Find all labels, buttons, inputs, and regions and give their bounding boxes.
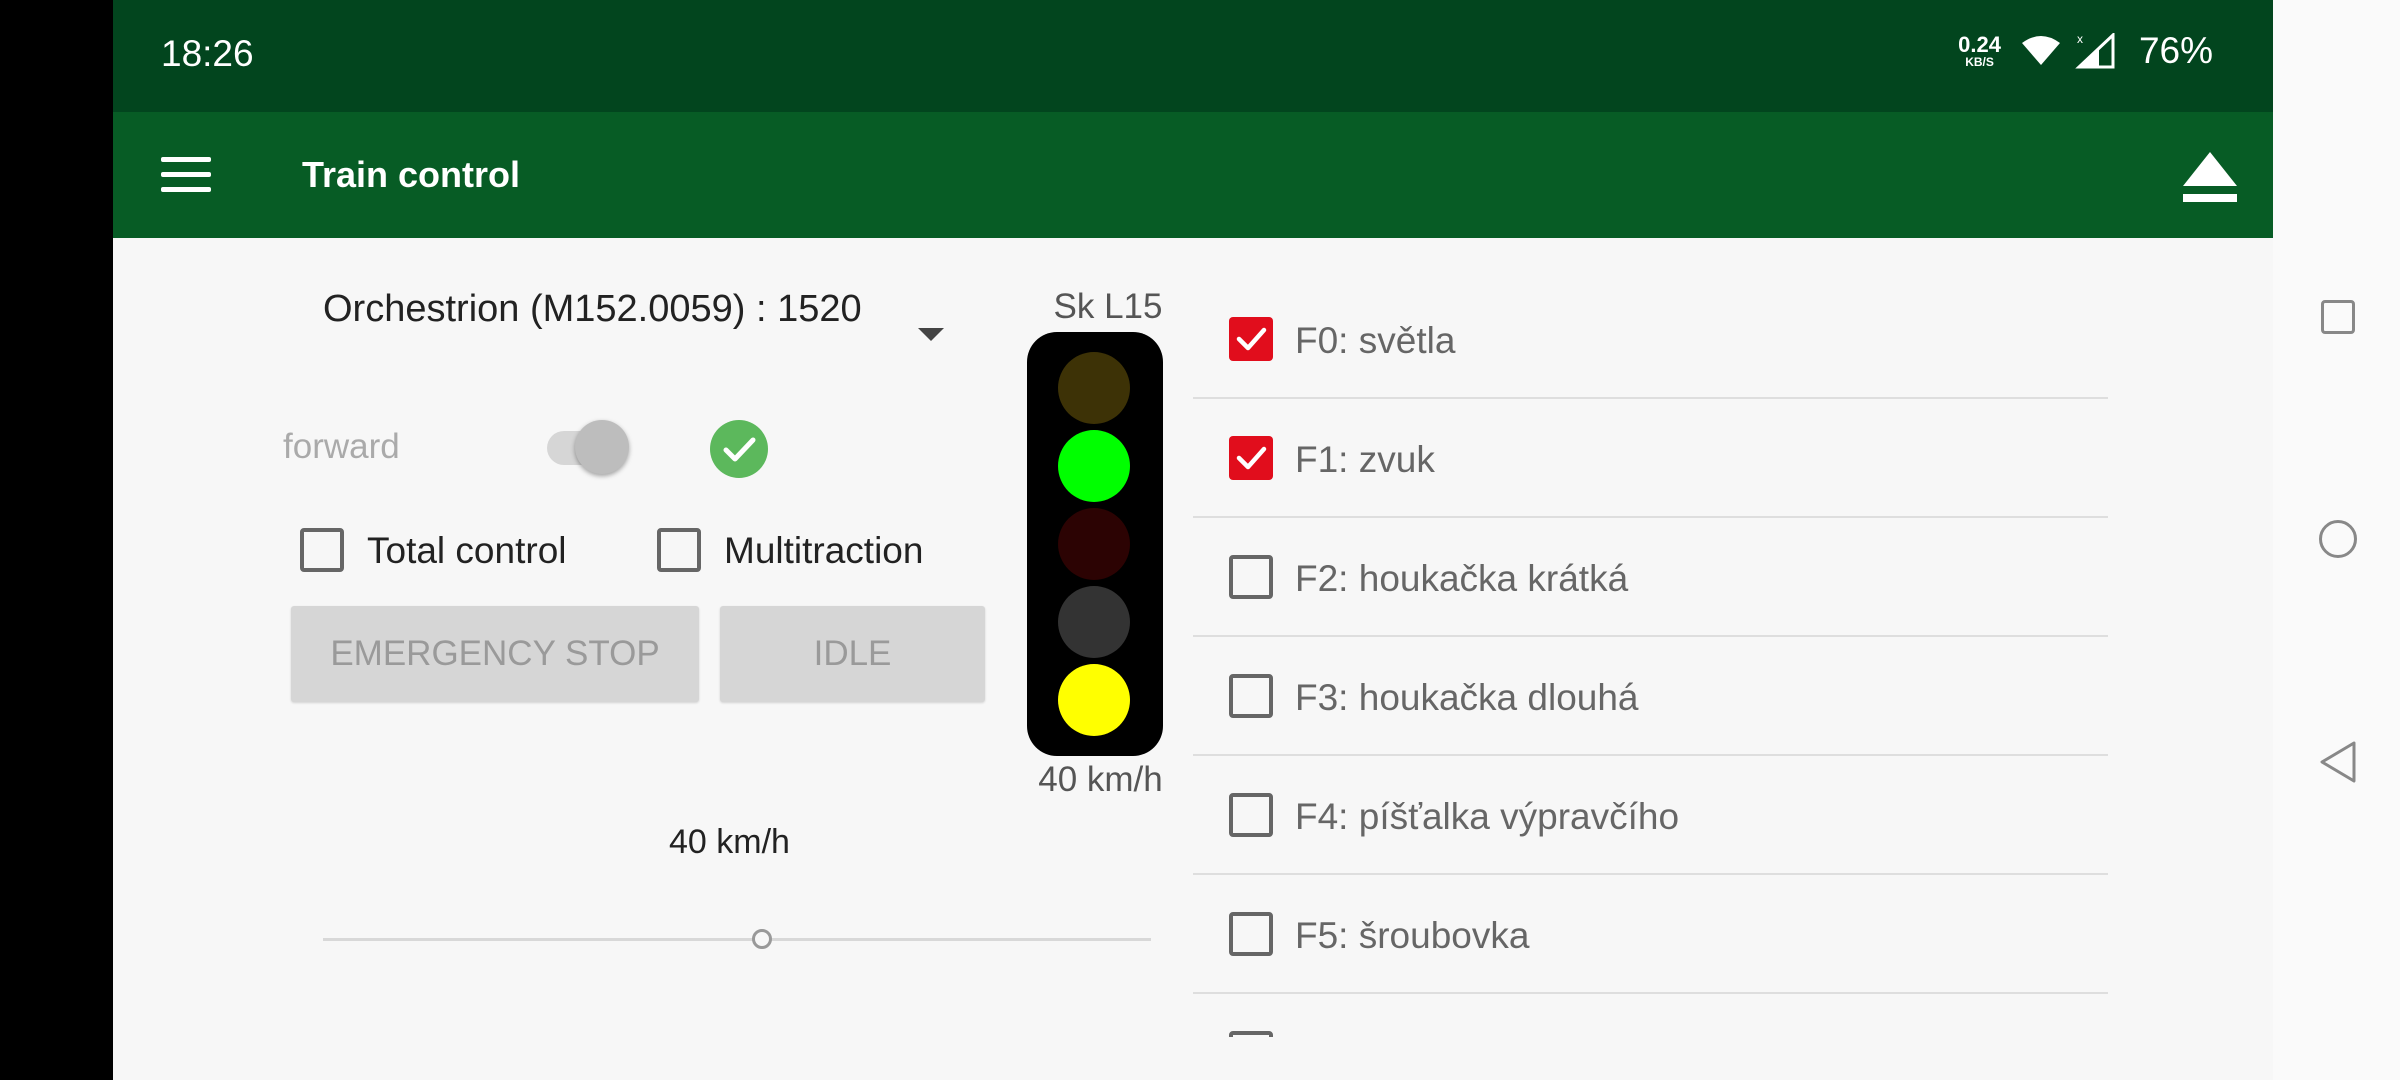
net-speed-unit: KB/S: [1965, 55, 1994, 69]
display-cutout: [0, 0, 113, 1080]
signal-lamp-3: [1058, 508, 1130, 580]
status-indicators: 0.24 KB/S x 76%: [1958, 30, 2213, 72]
eject-icon[interactable]: [2180, 150, 2240, 206]
total-control-label: Total control: [367, 530, 567, 571]
function-row[interactable]: [1193, 994, 2108, 1037]
speed-value: 40 km/h: [669, 823, 790, 861]
function-list[interactable]: F0: světla F1: zvuk F2: houkačka krátká …: [1193, 280, 2108, 1037]
dropdown-arrow-icon[interactable]: [918, 328, 944, 341]
emergency-stop-button[interactable]: EMERGENCY STOP: [291, 606, 699, 702]
multitraction-label: Multitraction: [724, 530, 924, 571]
function-label: F3: houkačka dlouhá: [1295, 677, 1639, 718]
function-row[interactable]: F1: zvuk: [1193, 399, 2108, 518]
locomotive-dropdown[interactable]: Orchestrion (M152.0059) : 1520: [323, 285, 883, 334]
idle-button[interactable]: IDLE: [720, 606, 985, 702]
home-icon[interactable]: [2319, 520, 2357, 558]
svg-text:x: x: [2077, 33, 2083, 46]
back-icon[interactable]: [2318, 740, 2358, 784]
app-title: Train control: [302, 154, 521, 195]
function-row[interactable]: F2: houkačka krátká: [1193, 518, 2108, 637]
function-checkbox-f1[interactable]: [1229, 436, 1273, 480]
speed-slider-thumb[interactable]: [751, 929, 772, 949]
signal-lamp-1: [1058, 352, 1130, 424]
signal-lamp-2: [1058, 430, 1130, 502]
status-bar: 18:26 0.24 KB/S x 76%: [113, 0, 2273, 112]
recents-icon[interactable]: [2321, 300, 2355, 334]
function-checkbox-f2[interactable]: [1229, 555, 1273, 599]
function-row[interactable]: F3: houkačka dlouhá: [1193, 637, 2108, 756]
function-label: F2: houkačka krátká: [1295, 558, 1629, 599]
battery-percent: 76%: [2138, 30, 2213, 71]
multitraction-checkbox[interactable]: [657, 528, 701, 572]
function-row[interactable]: F5: šroubovka: [1193, 875, 2108, 994]
direction-label: forward: [283, 427, 400, 466]
wifi-icon: [2021, 36, 2060, 65]
function-checkbox-f5[interactable]: [1229, 912, 1273, 956]
function-checkbox-f6[interactable]: [1229, 1031, 1273, 1037]
net-speed: 0.24 KB/S: [1958, 32, 2001, 69]
function-label: F1: zvuk: [1295, 439, 1435, 480]
signal-light: [1027, 332, 1163, 756]
signal-speed: 40 km/h: [1038, 760, 1163, 799]
locomotive-selected-label: Orchestrion (M152.0059) : 1520: [323, 288, 862, 330]
signal-icon: x: [2075, 33, 2115, 69]
function-label: F5: šroubovka: [1295, 915, 1530, 956]
function-row[interactable]: F4: píšťalka výpravčího: [1193, 756, 2108, 875]
signal-lamp-5: [1058, 664, 1130, 736]
hamburger-menu-icon[interactable]: [161, 155, 211, 195]
function-checkbox-f0[interactable]: [1229, 317, 1273, 361]
function-row[interactable]: F0: světla: [1193, 280, 2108, 399]
app-screen: 18:26 0.24 KB/S x 76% Train control Orch…: [113, 0, 2273, 1080]
function-checkbox-f3[interactable]: [1229, 674, 1273, 718]
total-control-checkbox[interactable]: [300, 528, 344, 572]
function-label: F4: píšťalka výpravčího: [1295, 796, 1680, 837]
speed-slider[interactable]: [323, 938, 1151, 941]
signal-name: Sk L15: [1053, 287, 1163, 326]
status-time: 18:26: [161, 33, 254, 74]
check-circle-icon: [710, 420, 768, 478]
signal-lamp-4: [1058, 586, 1130, 658]
direction-switch[interactable]: [575, 420, 629, 474]
net-speed-value: 0.24: [1958, 32, 2001, 57]
function-checkbox-f4[interactable]: [1229, 793, 1273, 837]
app-bar: Train control: [113, 112, 2273, 238]
function-label: F0: světla: [1295, 320, 1456, 361]
